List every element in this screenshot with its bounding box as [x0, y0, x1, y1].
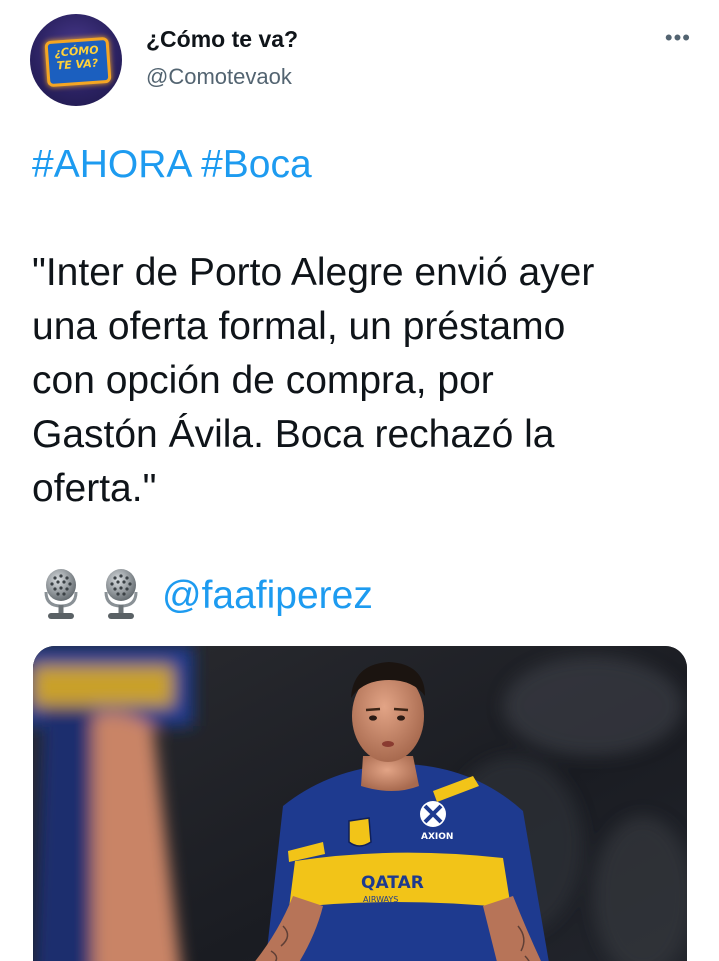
quote-text: "Inter de Porto Alegre envió ayer una of… [32, 251, 595, 510]
author-name[interactable]: ¿Cómo te va? [146, 26, 298, 53]
microphone-icon [44, 569, 78, 619]
sponsor-subtext: AIRWAYS [363, 895, 398, 904]
more-dots-icon[interactable]: ••• [665, 27, 691, 49]
tweet-header: ¿CÓMO TE VA? ¿Cómo te va? @Comotevaok ••… [30, 14, 699, 110]
hashtag-boca[interactable]: #Boca [201, 143, 312, 186]
tweet-text: #AHORA #Boca "Inter de Porto Alegre envi… [32, 138, 692, 516]
hashtag-ahora[interactable]: #AHORA [32, 143, 190, 186]
tweet: ¿CÓMO TE VA? ¿Cómo te va? @Comotevaok ••… [0, 0, 719, 961]
avatar-logo-text: ¿CÓMO TE VA? [47, 43, 107, 73]
source-line: @faafiperez [38, 566, 373, 626]
avatar[interactable]: ¿CÓMO TE VA? [30, 14, 122, 106]
mention-link[interactable]: @faafiperez [162, 574, 373, 618]
author-handle[interactable]: @Comotevaok [146, 64, 292, 90]
hashtag-line: #AHORA #Boca [32, 138, 692, 192]
sponsor-text: QATAR [361, 873, 424, 893]
sleeve-logo-text: AXION [421, 832, 453, 842]
club-crest [348, 817, 372, 847]
photo-illustration: QATAR AIRWAYS AXION [33, 646, 687, 961]
tweet-photo[interactable]: QATAR AIRWAYS AXION [33, 646, 687, 961]
microphone-icon [104, 569, 138, 619]
